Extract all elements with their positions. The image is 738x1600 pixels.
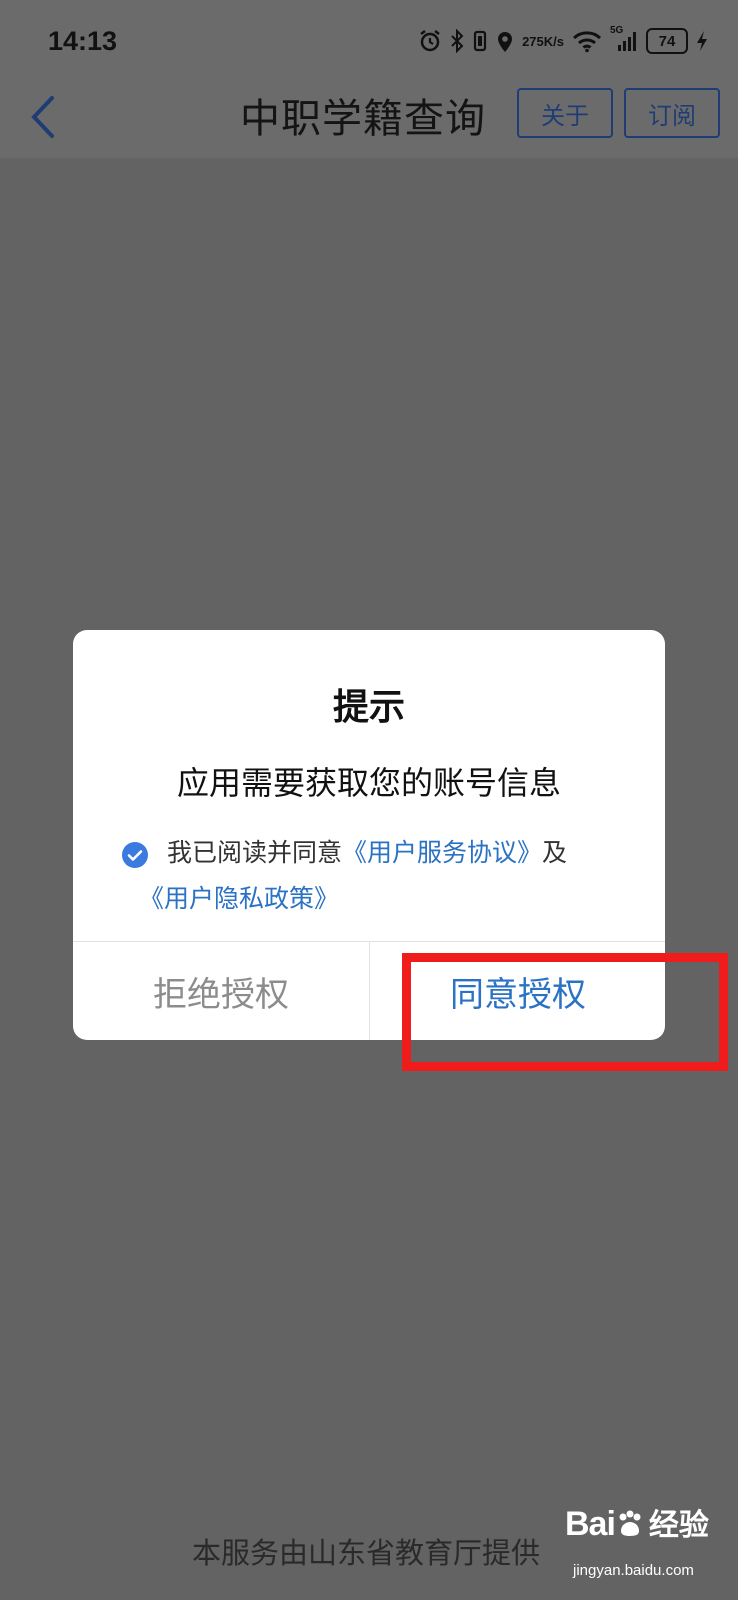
signal-type-label: 5G	[610, 25, 624, 36]
agreement-conjunction: 及	[542, 838, 568, 867]
dialog-message: 应用需要获取您的账号信息	[176, 764, 561, 802]
user-agreement-link[interactable]: 《用户服务协议》	[342, 838, 542, 867]
charging-icon	[696, 30, 708, 52]
watermark-suffix: 经验	[648, 1508, 709, 1543]
highlight-annotation-box	[402, 953, 728, 1071]
alarm-icon	[418, 29, 442, 53]
network-speed: 275 K/s	[522, 33, 564, 49]
bluetooth-icon	[450, 29, 464, 53]
agreement-consent-row: 我已阅读并同意《用户服务协议》及 《用户隐私政策》	[121, 830, 641, 922]
baidu-jingyan-watermark: Bai 经验 jingyan.baidu.com	[565, 1500, 730, 1595]
status-time: 14:13	[48, 26, 118, 56]
status-icons: 275 K/s 5G 74	[418, 24, 708, 58]
vibrate-icon	[472, 29, 488, 53]
reject-authorization-button[interactable]: 拒绝授权	[73, 942, 369, 1040]
battery-indicator: 74	[646, 28, 688, 54]
provider-footer-text: 本服务由山东省教育厅提供	[192, 1536, 541, 1570]
checkbox-checked-icon[interactable]	[121, 838, 149, 868]
location-icon	[496, 29, 514, 53]
nav-bar: 中职学籍查询 关于 订阅	[0, 80, 738, 158]
watermark-url: jingyan.baidu.com	[573, 1562, 694, 1579]
paw-icon	[619, 1510, 641, 1536]
cellular-signal-icon: 5G	[610, 25, 638, 53]
page-title: 中职学籍查询	[240, 96, 486, 142]
status-bar: 14:13 275 K/s 5G 74	[0, 0, 738, 80]
back-arrow-icon[interactable]	[28, 92, 68, 142]
agreement-prefix: 我已阅读并同意	[167, 838, 343, 867]
wifi-icon	[572, 29, 602, 53]
dialog-title: 提示	[332, 687, 405, 728]
subscribe-button[interactable]: 订阅	[624, 88, 720, 138]
about-button[interactable]: 关于	[517, 88, 613, 138]
watermark-logo: Bai	[565, 1505, 645, 1543]
privacy-policy-link[interactable]: 《用户隐私政策》	[121, 876, 641, 922]
